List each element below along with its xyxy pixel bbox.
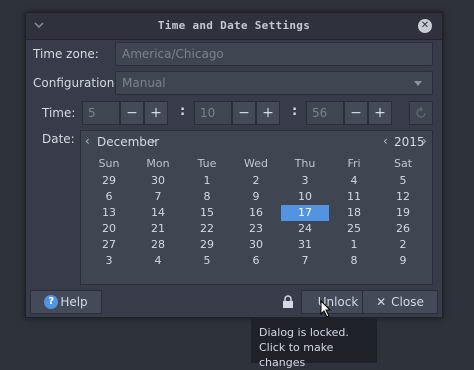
calendar-day[interactable]: 24 (281, 221, 329, 237)
seconds-increment-button[interactable]: + (368, 101, 392, 125)
calendar-day[interactable]: 4 (330, 173, 378, 189)
calendar-day[interactable]: 16 (232, 205, 280, 221)
refresh-button[interactable] (409, 101, 433, 125)
minutes-input[interactable]: 10 (194, 101, 232, 125)
calendar-day[interactable]: 30 (134, 173, 182, 189)
prev-year-button[interactable]: ‹ (383, 134, 388, 148)
calendar-day[interactable]: 30 (232, 237, 280, 253)
calendar-day[interactable]: 2 (379, 237, 427, 253)
minutes-increment-button[interactable]: + (256, 101, 280, 125)
calendar-day[interactable]: 9 (379, 253, 427, 269)
calendar-day[interactable]: 13 (85, 205, 133, 221)
close-button[interactable]: ✕ Close (362, 290, 438, 314)
time-separator: : (180, 104, 186, 119)
locked-tooltip: Dialog is locked. Click to make changes (251, 318, 377, 369)
dropdown-arrow-icon (414, 81, 422, 86)
lock-icon (283, 295, 293, 308)
calendar-day[interactable]: 6 (232, 253, 280, 269)
configuration-select[interactable]: Manual (115, 71, 433, 95)
next-month-button[interactable]: › (151, 134, 156, 148)
tooltip-line-2: Click to make changes (259, 341, 334, 369)
calendar-day[interactable]: 5 (379, 173, 427, 189)
calendar-day[interactable]: 1 (330, 237, 378, 253)
title-bar[interactable]: Time and Date Settings ✕ (26, 13, 442, 40)
calendar-day[interactable]: 8 (330, 253, 378, 269)
hours-decrement-button[interactable]: − (120, 101, 144, 125)
calendar-day[interactable]: 20 (85, 221, 133, 237)
calendar-day[interactable]: 12 (379, 189, 427, 205)
configuration-label: Configuration: (33, 76, 119, 90)
calendar-day[interactable]: 21 (134, 221, 182, 237)
calendar-day[interactable]: 7 (134, 189, 182, 205)
hours-input[interactable]: 5 (82, 101, 120, 125)
tooltip-line-1: Dialog is locked. (259, 326, 349, 339)
day-name-sun: Sun (98, 157, 120, 170)
configuration-value: Manual (122, 76, 166, 90)
calendar-day[interactable]: 2 (232, 173, 280, 189)
calendar-day[interactable]: 6 (85, 189, 133, 205)
day-name-wed: Wed (244, 157, 268, 170)
close-icon: ✕ (376, 295, 387, 309)
calendar-day[interactable]: 9 (232, 189, 280, 205)
timezone-field[interactable]: America/Chicago (115, 42, 433, 66)
help-button[interactable]: ? Help (30, 290, 102, 314)
time-separator: : (292, 104, 298, 119)
calendar-day[interactable]: 29 (85, 173, 133, 189)
calendar-day[interactable]: 5 (183, 253, 231, 269)
calendar-day[interactable]: 23 (232, 221, 280, 237)
calendar-day[interactable]: 29 (183, 237, 231, 253)
day-name-mon: Mon (146, 157, 170, 170)
calendar-day[interactable]: 10 (281, 189, 329, 205)
refresh-icon (416, 106, 426, 118)
calendar-month: December (97, 135, 160, 149)
calendar-day[interactable]: 19 (379, 205, 427, 221)
time-label: Time: (42, 106, 76, 120)
timezone-value: America/Chicago (122, 47, 224, 61)
calendar-day[interactable]: 3 (85, 253, 133, 269)
calendar-day[interactable]: 31 (281, 237, 329, 253)
calendar-day[interactable]: 25 (330, 221, 378, 237)
help-icon: ? (44, 294, 59, 309)
day-name-sat: Sat (393, 157, 413, 170)
hours-increment-button[interactable]: + (144, 101, 168, 125)
date-label: Date: (42, 132, 75, 146)
settings-dialog: Time and Date Settings ✕ Time zone: Amer… (25, 12, 443, 318)
calendar-day[interactable]: 18 (330, 205, 378, 221)
day-name-fri: Fri (347, 157, 361, 170)
mouse-pointer-icon (320, 300, 332, 318)
calendar-day[interactable]: 26 (379, 221, 427, 237)
calendar-day[interactable]: 1 (183, 173, 231, 189)
seconds-decrement-button[interactable]: − (344, 101, 368, 125)
calendar-day[interactable]: 28 (134, 237, 182, 253)
calendar-day[interactable]: 7 (281, 253, 329, 269)
day-name-thu: Thu (294, 157, 316, 170)
calendar-day[interactable]: 15 (183, 205, 231, 221)
help-label: Help (60, 295, 88, 309)
calendar-day[interactable]: 3 (281, 173, 329, 189)
calendar-day[interactable]: 11 (330, 189, 378, 205)
calendar-day[interactable]: 4 (134, 253, 182, 269)
timezone-label: Time zone: (33, 47, 99, 61)
calendar-day[interactable]: 14 (134, 205, 182, 221)
calendar-day[interactable]: 17 (281, 205, 329, 221)
calendar-day[interactable]: 22 (183, 221, 231, 237)
close-icon[interactable]: ✕ (418, 19, 432, 33)
close-label: Close (391, 295, 424, 309)
window-title: Time and Date Settings (157, 19, 311, 32)
prev-month-button[interactable]: ‹ (85, 134, 90, 148)
seconds-input[interactable]: 56 (306, 101, 344, 125)
calendar-day[interactable]: 8 (183, 189, 231, 205)
day-name-tue: Tue (197, 157, 217, 170)
next-year-button[interactable]: › (422, 134, 427, 148)
calendar[interactable]: ‹ December › ‹ 2015 › Sun Mon Tue Wed Th… (80, 130, 433, 285)
calendar-year: 2015 (394, 135, 425, 149)
minutes-decrement-button[interactable]: − (232, 101, 256, 125)
calendar-day[interactable]: 27 (85, 237, 133, 253)
